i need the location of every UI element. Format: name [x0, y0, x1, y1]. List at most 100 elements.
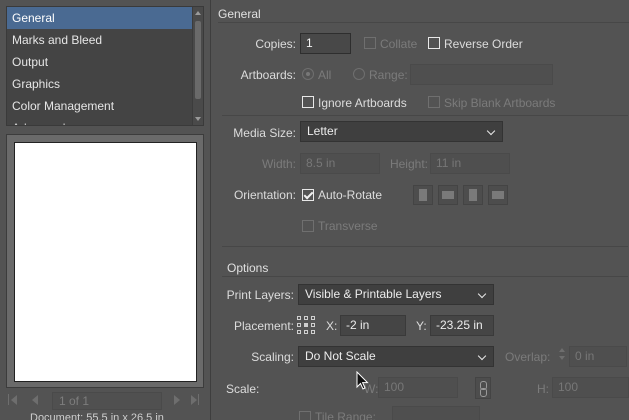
general-separator	[218, 22, 629, 23]
collate-checkbox[interactable]	[364, 37, 376, 49]
copies-label: Copies:	[255, 37, 296, 51]
placement-point-icon	[311, 316, 315, 320]
transverse-checkbox[interactable]	[302, 220, 314, 232]
artboards-range-input[interactable]	[410, 64, 553, 85]
overlap-increment-icon[interactable]	[559, 348, 565, 352]
next-page-icon[interactable]	[174, 395, 180, 405]
width-input[interactable]: 8.5 in	[300, 153, 380, 174]
print-layers-label: Print Layers:	[226, 288, 294, 302]
print-layers-dropdown[interactable]: Visible & Printable Layers	[298, 284, 494, 305]
collate-label: Collate	[380, 37, 418, 51]
transverse-label: Transverse	[318, 219, 378, 233]
h-input[interactable]: 100	[552, 377, 629, 398]
flipped-portrait-orientation-button[interactable]	[463, 185, 483, 205]
left-panel: General Marks and Bleed Output Graphics …	[0, 0, 210, 420]
print-preview[interactable]	[6, 134, 204, 388]
placement-point-icon	[311, 330, 315, 334]
landscape-icon	[442, 191, 454, 199]
x-label: X:	[326, 319, 338, 333]
height-input[interactable]: 11 in	[430, 153, 510, 174]
placement-point-icon	[304, 316, 308, 320]
category-graphics[interactable]: Graphics	[7, 73, 203, 95]
scaling-dropdown[interactable]: Do Not Scale	[298, 346, 494, 367]
flipped-landscape-orientation-button[interactable]	[488, 185, 508, 205]
w-input[interactable]: 100	[378, 377, 458, 398]
scroll-thumb[interactable]	[195, 21, 201, 99]
overlap-label: Overlap:	[505, 350, 551, 364]
scroll-down-icon[interactable]	[195, 117, 201, 121]
chevron-down-icon	[486, 126, 496, 136]
panel-divider	[210, 0, 211, 420]
category-advanced[interactable]: Advanced	[7, 117, 203, 125]
category-marks-and-bleed[interactable]: Marks and Bleed	[7, 29, 203, 51]
y-input[interactable]: -23.25 in	[430, 315, 494, 336]
width-label: Width:	[261, 157, 296, 171]
options-separator	[222, 276, 628, 277]
copies-input[interactable]: 1	[300, 33, 351, 54]
chevron-down-icon	[477, 351, 487, 361]
category-output[interactable]: Output	[7, 51, 203, 73]
category-list: General Marks and Bleed Output Graphics …	[6, 6, 204, 126]
chevron-down-icon	[477, 289, 487, 299]
overlap-decrement-icon[interactable]	[559, 356, 565, 360]
portrait-icon	[419, 189, 427, 201]
tile-range-checkbox[interactable]	[299, 411, 311, 420]
height-label: Height:	[389, 157, 428, 171]
media-size-value: Letter	[307, 124, 338, 138]
portrait-orientation-button[interactable]	[413, 185, 433, 205]
media-size-label: Media Size:	[233, 126, 296, 140]
scale-label: Scale:	[226, 382, 260, 396]
tile-range-input[interactable]	[392, 406, 480, 420]
reverse-order-label: Reverse Order	[444, 37, 523, 51]
placement-point-icon	[297, 323, 301, 327]
h-label: H:	[537, 382, 549, 396]
print-layers-value: Visible & Printable Layers	[305, 287, 442, 301]
ignore-artboards-checkbox[interactable]	[302, 96, 314, 108]
mouse-cursor-icon	[356, 371, 369, 390]
x-input[interactable]: -2 in	[340, 315, 406, 336]
artboards-all-radio[interactable]	[302, 68, 314, 80]
auto-rotate-label: Auto-Rotate	[318, 188, 383, 202]
options-section-title: Options	[227, 261, 269, 275]
first-page-icon[interactable]	[11, 395, 17, 405]
placement-point-icon	[311, 323, 315, 327]
category-color-management[interactable]: Color Management	[7, 95, 203, 117]
scaling-label: Scaling:	[251, 350, 294, 364]
artboards-range-radio[interactable]	[353, 68, 365, 80]
overlap-input[interactable]: 0 in	[569, 346, 627, 367]
constrain-proportions-link-icon[interactable]	[475, 377, 491, 399]
document-size: Document: 55.5 in x 26.5 in	[30, 412, 164, 420]
last-page-icon[interactable]	[191, 395, 197, 405]
first-page-bar	[8, 394, 9, 405]
orientation-label: Orientation:	[233, 188, 296, 202]
reverse-order-checkbox[interactable]	[428, 37, 440, 49]
category-scrollbar[interactable]	[192, 7, 203, 125]
category-general[interactable]: General	[7, 7, 203, 29]
media-separator	[222, 115, 628, 116]
general-section-title: General	[218, 7, 261, 21]
scroll-up-icon[interactable]	[195, 11, 201, 15]
auto-rotate-checkbox[interactable]	[302, 189, 314, 201]
page-navigator: 1 of 1	[6, 392, 204, 410]
placement-grid-icon[interactable]	[297, 316, 317, 336]
placement-point-icon	[304, 330, 308, 334]
artboards-all-label: All	[318, 68, 332, 82]
placement-point-icon	[297, 330, 301, 334]
general-bottom-separator	[222, 246, 628, 247]
artboards-range-label: Range:	[369, 68, 408, 82]
ignore-artboards-label: Ignore Artboards	[318, 96, 407, 110]
preview-page	[14, 142, 197, 382]
landscape-orientation-button[interactable]	[438, 185, 458, 205]
flipped-portrait-icon	[469, 189, 477, 201]
flipped-landscape-icon	[492, 191, 504, 199]
page-number-field[interactable]: 1 of 1	[52, 392, 162, 410]
artboards-label: Artboards:	[240, 68, 296, 82]
prev-page-icon[interactable]	[32, 395, 38, 405]
scaling-value: Do Not Scale	[305, 349, 376, 363]
placement-point-selected-icon	[304, 323, 308, 327]
skip-blank-artboards-checkbox[interactable]	[428, 96, 440, 108]
placement-label: Placement:	[233, 319, 294, 333]
skip-blank-artboards-label: Skip Blank Artboards	[444, 96, 556, 110]
media-size-dropdown[interactable]: Letter	[300, 121, 503, 142]
placement-point-icon	[297, 316, 301, 320]
